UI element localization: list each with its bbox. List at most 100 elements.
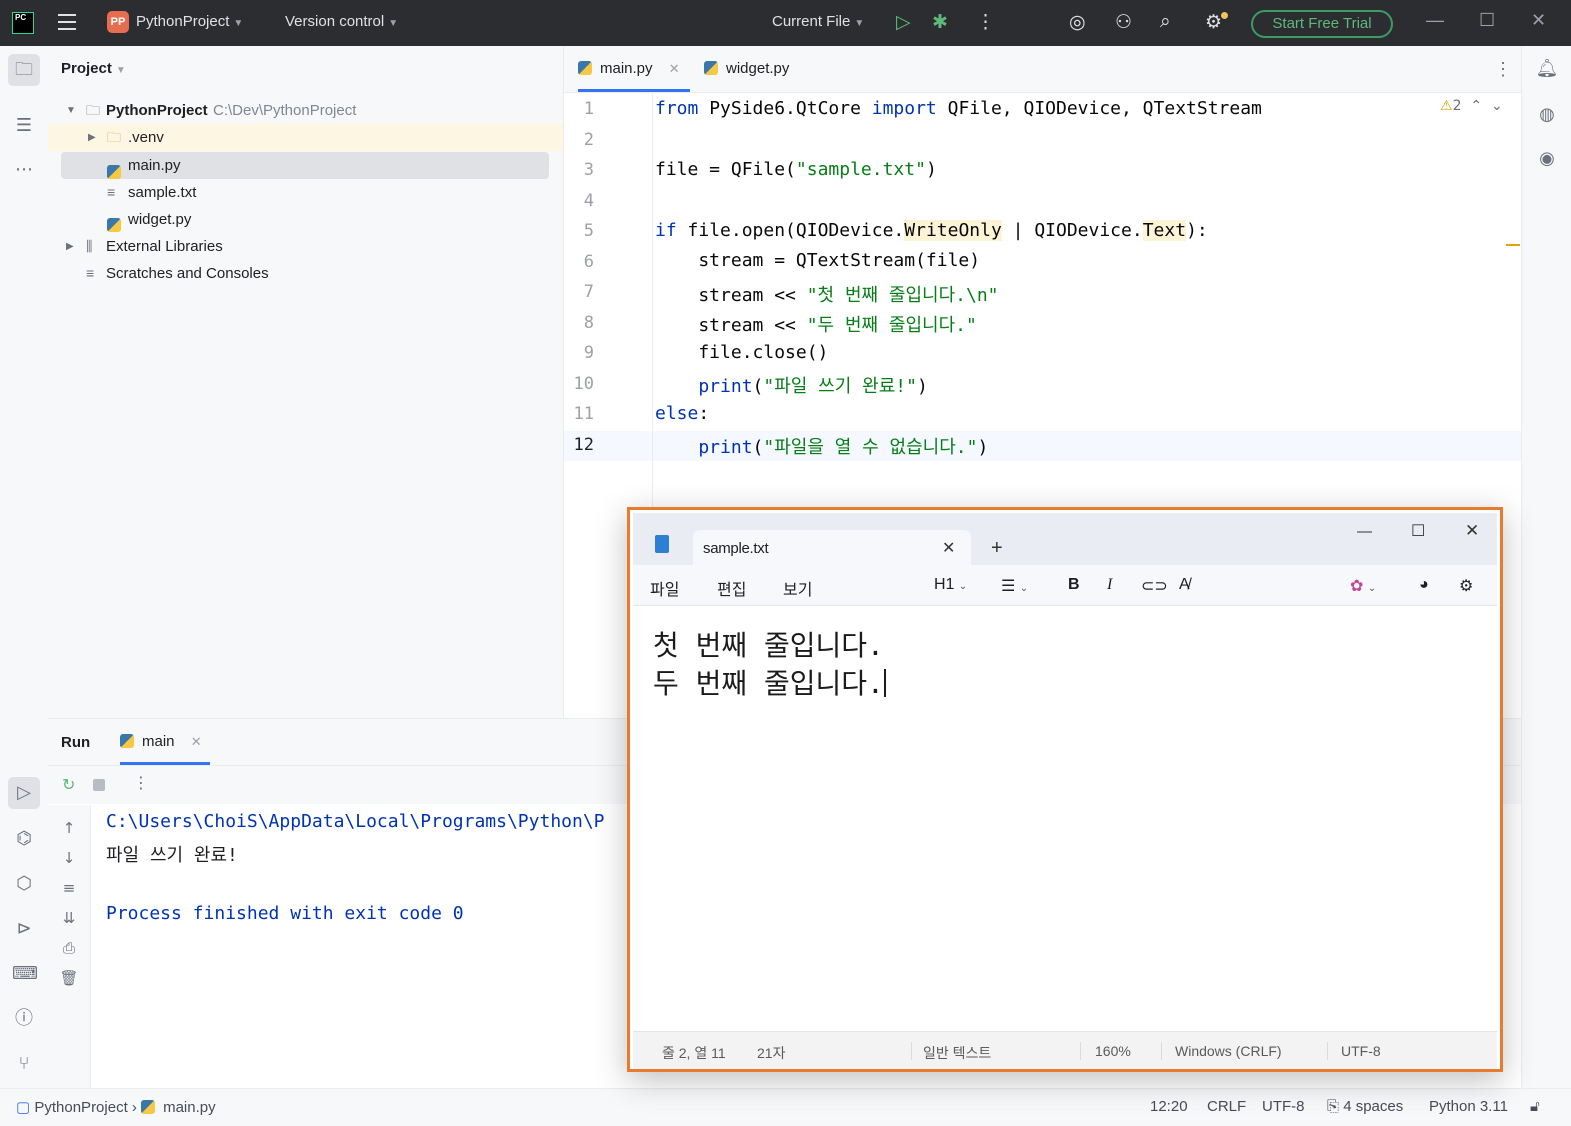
caret-position[interactable]: 12:20: [1150, 1098, 1188, 1115]
ai-assistant-icon[interactable]: ◎: [1069, 11, 1086, 34]
breadcrumb[interactable]: ▢ PythonProject › main.py: [16, 1098, 216, 1116]
project-tool-folder-icon[interactable]: 🗀: [8, 54, 40, 86]
run-more-icon[interactable]: ⋮: [133, 773, 149, 792]
rerun-icon[interactable]: ↻: [62, 775, 75, 794]
tree-item-scratches[interactable]: ≡ Scratches and Consoles: [48, 260, 563, 287]
run-config-selector[interactable]: Current File ▼: [772, 13, 864, 30]
vcs-menu[interactable]: Version control ▼: [285, 13, 398, 30]
editor-more-icon[interactable]: ⋮: [1494, 46, 1512, 92]
tree-item-sample-txt[interactable]: ≡ sample.txt: [48, 179, 563, 206]
tab-main-py[interactable]: main.py ✕: [578, 46, 690, 92]
maximize-window-icon[interactable]: ☐: [1411, 521, 1425, 541]
heading-dropdown[interactable]: H1 ⌄: [934, 576, 967, 594]
run-config-label: Current File: [772, 13, 851, 30]
status-text-format[interactable]: 일반 텍스트: [923, 1043, 991, 1063]
close-tab-icon[interactable]: ✕: [942, 538, 955, 558]
copilot-icon[interactable]: ✿ ⌄: [1350, 576, 1376, 596]
close-tab-icon[interactable]: ✕: [669, 61, 680, 76]
menu-view[interactable]: 보기: [783, 576, 812, 600]
run-tool-icon[interactable]: ▷: [8, 777, 40, 809]
minimize-window-icon[interactable]: —: [1357, 523, 1372, 540]
up-arrow-icon[interactable]: ↑: [59, 819, 79, 837]
close-window-icon[interactable]: ✕: [1465, 521, 1479, 541]
list-dropdown[interactable]: ☰ ⌄: [1001, 576, 1028, 596]
tree-root[interactable]: ▼ 🗀 PythonProject C:\Dev\PythonProject: [48, 97, 563, 124]
italic-icon[interactable]: I: [1107, 576, 1112, 594]
scroll-to-end-icon[interactable]: ⇊: [59, 909, 79, 927]
status-zoom[interactable]: 160%: [1095, 1043, 1131, 1059]
code-line-3[interactable]: file = QFile("sample.txt"): [655, 159, 937, 180]
tree-item-venv[interactable]: ▶ 🗀 .venv: [48, 124, 563, 151]
tree-item-external-libraries[interactable]: ▶ ⫼ External Libraries: [48, 233, 563, 260]
debug-icon[interactable]: ✱: [932, 11, 948, 34]
more-icon[interactable]: ⋮: [976, 11, 995, 34]
link-icon[interactable]: ⊂⊃: [1141, 576, 1168, 596]
lock-icon[interactable]: 🔓︎: [1530, 1098, 1540, 1115]
inspection-widget[interactable]: ⚠2 ⌃ ⌄: [1440, 98, 1503, 114]
soft-wrap-icon[interactable]: ≡: [59, 879, 79, 897]
status-encoding[interactable]: UTF-8: [1341, 1043, 1381, 1059]
warning-stripe-marker[interactable]: [1506, 244, 1520, 246]
python-console-icon[interactable]: ⌬: [12, 827, 36, 851]
project-switcher[interactable]: PythonProject ▼: [136, 13, 243, 30]
ai-chat-icon[interactable]: ◍: [1535, 104, 1559, 125]
new-tab-plus-icon[interactable]: +: [991, 537, 1003, 560]
code-line-6[interactable]: stream = QTextStream(file): [655, 250, 980, 271]
code-line-7[interactable]: stream << "첫 번째 줄입니다.\n": [655, 281, 998, 307]
main-menu-icon[interactable]: [58, 14, 76, 35]
run-icon[interactable]: ▷: [896, 11, 911, 34]
file-encoding[interactable]: UTF-8: [1262, 1098, 1305, 1115]
notepad-tab[interactable]: sample.txt ✕: [693, 530, 971, 566]
chevron-down-icon[interactable]: ⌄: [1491, 98, 1503, 114]
print-icon[interactable]: ⎙: [59, 939, 79, 957]
code-line-8[interactable]: stream << "두 번째 줄입니다.": [655, 311, 976, 337]
indent-setting[interactable]: ⎘ 4 spaces: [1327, 1098, 1403, 1115]
notifications-bell-icon[interactable]: 🔔︎: [1535, 58, 1559, 79]
notepad-text-area[interactable]: 첫 번째 줄입니다. 두 번째 줄입니다.: [633, 606, 1497, 1031]
search-icon[interactable]: ⌕: [1160, 11, 1171, 33]
project-panel-header[interactable]: Project ▼: [61, 60, 126, 77]
close-window-icon[interactable]: ✕: [1531, 10, 1546, 31]
down-arrow-icon[interactable]: ↓: [59, 849, 79, 867]
tree-item-main-py[interactable]: main.py: [61, 152, 549, 179]
tree-item-widget-py[interactable]: widget.py: [48, 206, 563, 233]
line-number: 4: [583, 191, 594, 211]
maximize-window-icon[interactable]: ☐: [1479, 10, 1495, 31]
keyword: import: [871, 98, 937, 119]
structure-icon[interactable]: ☰: [12, 114, 36, 138]
problems-icon[interactable]: ⓘ: [12, 1007, 36, 1031]
status-line-ending[interactable]: Windows (CRLF): [1175, 1043, 1282, 1059]
tab-widget-py[interactable]: widget.py: [704, 46, 789, 92]
coverage-icon[interactable]: ◉: [1535, 148, 1559, 169]
services-icon[interactable]: ⊳: [12, 917, 36, 941]
more-tools-icon[interactable]: ⋯: [12, 158, 36, 182]
line-separator[interactable]: CRLF: [1207, 1098, 1246, 1115]
settings-icon[interactable]: ⚙: [1205, 11, 1222, 34]
code-line-5[interactable]: if file.open(QIODevice.WriteOnly | QIODe…: [655, 220, 1208, 241]
close-tab-icon[interactable]: ✕: [191, 734, 202, 749]
git-icon[interactable]: ⑂: [12, 1052, 36, 1076]
code-line-12[interactable]: print("파일을 열 수 없습니다."): [655, 433, 988, 459]
chevron-up-icon[interactable]: ⌃: [1470, 98, 1482, 114]
menu-file[interactable]: 파일: [650, 576, 679, 600]
stop-icon[interactable]: [93, 779, 105, 791]
settings-icon[interactable]: ⚙: [1459, 576, 1473, 596]
trash-icon[interactable]: 🗑︎: [59, 969, 79, 987]
library-icon: ⫼: [86, 238, 93, 254]
minimize-window-icon[interactable]: —: [1426, 10, 1444, 31]
python-packages-icon[interactable]: ⬡: [12, 872, 36, 896]
python-interpreter[interactable]: Python 3.11: [1429, 1098, 1508, 1115]
code-line-10[interactable]: print("파일 쓰기 완료!"): [655, 372, 927, 398]
account-avatar[interactable]: ◕: [1419, 576, 1429, 594]
bold-icon[interactable]: B: [1068, 576, 1080, 594]
start-free-trial-button[interactable]: Start Free Trial: [1251, 10, 1393, 38]
terminal-icon[interactable]: ⌨: [12, 962, 38, 986]
add-user-icon[interactable]: ⚇: [1115, 11, 1132, 34]
code-line-11[interactable]: else:: [655, 403, 709, 424]
clear-formatting-icon[interactable]: A̸: [1179, 576, 1190, 594]
code-line-9[interactable]: file.close(): [655, 342, 828, 363]
code-line-1[interactable]: from PySide6.QtCore import QFile, QIODev…: [655, 98, 1262, 119]
run-tab-main[interactable]: main ✕: [120, 719, 210, 765]
code-text: file.open(QIODevice.: [676, 220, 905, 241]
menu-edit[interactable]: 편집: [717, 576, 746, 600]
